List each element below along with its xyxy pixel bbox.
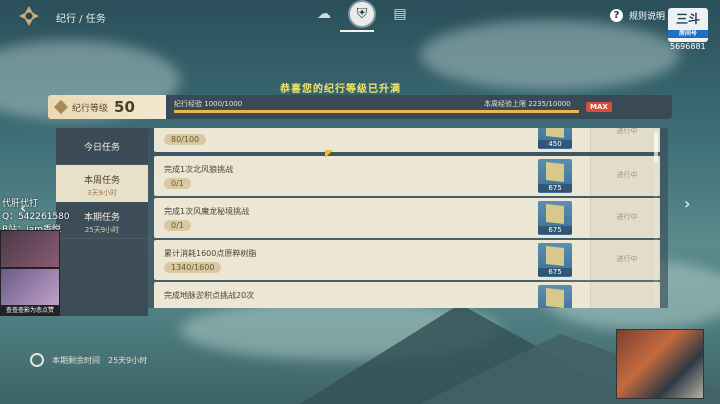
shop-tab[interactable]: ▤ <box>388 2 412 26</box>
exp-fill <box>174 110 579 113</box>
task-status: 进行中 <box>616 213 638 221</box>
exp-book-icon <box>546 128 564 138</box>
task-row: 完成1次风魔龙秘境挑战 0/1 675 进行中 <box>154 198 660 238</box>
rewards-tab[interactable]: ☁ <box>312 2 336 26</box>
avatar <box>0 268 60 306</box>
help-label: 规则说明 <box>629 12 666 22</box>
weekly-cap: 本周经验上限 2235/10000 <box>484 100 571 108</box>
missions-tab[interactable]: ⛨ <box>350 2 374 26</box>
task-title: 完成地脉淤积点挑战20次 <box>164 291 255 300</box>
diamond-icon <box>53 99 69 115</box>
next-arrow-icon[interactable]: › <box>684 194 690 213</box>
exp-label: 纪行经验 1000/1000 <box>174 100 243 108</box>
question-icon: ? <box>610 9 623 22</box>
exp-book-icon <box>546 204 564 224</box>
exp-book-icon <box>546 288 564 308</box>
level-label: 纪行等级 <box>72 103 109 114</box>
max-badge: MAX <box>586 102 612 112</box>
shield-icon: ⛨ <box>356 6 368 22</box>
task-row: 80/100 450 进行中 <box>154 128 660 152</box>
streamer-line: Q：542261580 <box>2 212 70 222</box>
task-list[interactable]: 80/100 450 进行中 完成1次北风狼挑战 0/1 675 进行中 完成1… <box>148 128 668 308</box>
clock-icon <box>30 353 44 367</box>
side-tabs: 今日任务 本周任务 3天9小时 本期任务 25天9小时 <box>56 128 148 316</box>
task-row: 完成地脉淤积点挑战20次 <box>154 282 660 308</box>
task-status: 进行中 <box>616 171 638 179</box>
battle-pass-emblem-icon <box>19 6 39 26</box>
scroll-thumb[interactable] <box>654 132 658 162</box>
task-row: 累计消耗1600点原粹树脂 1340/1600 675 进行中 <box>154 240 660 280</box>
reward-item[interactable]: 675 <box>538 201 572 235</box>
period-value: 25天9小时 <box>108 355 148 365</box>
level-value: 50 <box>114 98 135 116</box>
task-status: 进行中 <box>616 255 638 263</box>
reward-item[interactable]: 675 <box>538 243 572 277</box>
task-status: 进行中 <box>616 128 638 135</box>
top-bar: 纪行 / 任务 ☁ ⛨ ▤ ? 规则说明 <box>0 0 720 34</box>
streamer-line: 代肝代打 <box>2 199 39 209</box>
task-progress: 1340/1600 <box>164 262 222 273</box>
task-progress: 0/1 <box>164 178 191 189</box>
task-title: 完成1次北风狼挑战 <box>164 165 234 174</box>
stream-logo: 三斗 房间号 <box>668 8 708 42</box>
active-tab-indicator <box>340 30 374 32</box>
task-title: 累计消耗1600点原粹树脂 <box>164 249 257 258</box>
breadcrumb: 纪行 / 任务 <box>56 14 106 25</box>
task-row: 完成1次北风狼挑战 0/1 675 进行中 <box>154 156 660 196</box>
cloud-emblem-icon: ☁ <box>317 6 331 22</box>
tab-daily[interactable]: 今日任务 <box>56 128 148 165</box>
task-progress: 80/100 <box>164 134 207 145</box>
reward-item[interactable] <box>538 285 572 308</box>
task-scrollbar[interactable] <box>654 132 658 302</box>
avatar-caption: 查查查影为悲点赞 <box>0 306 60 316</box>
tab-weekly[interactable]: 本周任务 3天9小时 <box>56 165 148 202</box>
book-icon: ▤ <box>393 6 407 22</box>
level-box: 纪行等级 50 <box>48 95 166 119</box>
reward-item[interactable]: 675 <box>538 159 572 193</box>
exp-bar: 纪行经验 1000/1000 本周经验上限 2235/10000 MAX <box>166 95 672 119</box>
exp-book-icon <box>546 246 564 266</box>
task-progress: 0/1 <box>164 220 191 231</box>
period-remaining: 本期剩余时间 25天9小时 <box>30 353 147 367</box>
exp-track <box>174 110 579 113</box>
room-id: 5696881 <box>670 42 706 51</box>
mouse-cursor-icon <box>325 150 333 158</box>
reward-item[interactable]: 450 <box>538 128 572 149</box>
task-title: 完成1次风魔龙秘境挑战 <box>164 207 250 216</box>
help-button[interactable]: ? 规则说明 <box>610 9 665 22</box>
exp-book-icon <box>546 162 564 182</box>
avatar <box>0 230 60 268</box>
period-label: 本期剩余时间 <box>52 355 100 365</box>
webcam-overlay <box>616 329 704 399</box>
max-level-banner: 恭喜您的纪行等级已升满 <box>280 84 401 95</box>
top-tabs: ☁ ⛨ ▤ <box>312 2 412 26</box>
